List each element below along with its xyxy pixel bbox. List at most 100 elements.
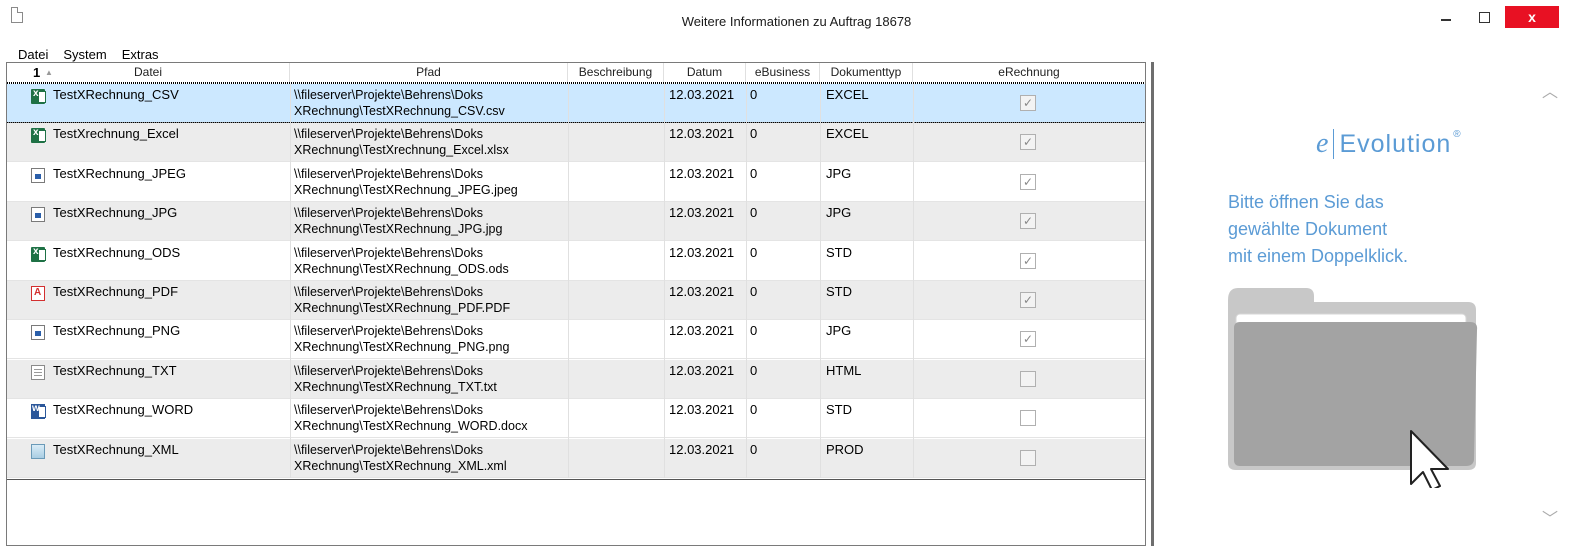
- cell-pfad-line-2: XRechnung\TestXRechnung_CSV.csv: [294, 104, 505, 118]
- column-header-beschreibung[interactable]: Beschreibung: [568, 63, 664, 83]
- cell-dokumenttyp: JPG: [826, 323, 852, 339]
- cell-pfad: \\fileserver\Projekte\Behrens\Doks XRechn…: [294, 323, 509, 355]
- excel-icon: [31, 127, 46, 144]
- panel-splitter[interactable]: [1151, 62, 1154, 546]
- close-button[interactable]: x: [1505, 6, 1559, 28]
- maximize-icon: [1478, 11, 1490, 23]
- hint-line-1: Bitte öffnen Sie das: [1228, 192, 1384, 212]
- cell-pfad: \\fileserver\Projekte\Behrens\Doks XRechn…: [294, 87, 505, 119]
- documents-grid[interactable]: 1 ▲ Datei Pfad Beschreibung Datum eBusin…: [6, 62, 1146, 546]
- column-divider: [664, 84, 665, 478]
- cell-ebusiness: 0: [750, 402, 758, 418]
- cell-datei: TestXRechnung_PNG: [53, 323, 181, 339]
- erechnung-checkbox[interactable]: [1020, 213, 1036, 230]
- cell-pfad-line-1: \\fileserver\Projekte\Behrens\Doks: [294, 363, 483, 378]
- table-row[interactable]: TestXrechnung_Excel \\fileserver\Projekte…: [7, 123, 1145, 163]
- scroll-down-icon[interactable]: ﹀: [1542, 505, 1558, 529]
- cell-pfad: \\fileserver\Projekte\Behrens\Doks XRechn…: [294, 363, 497, 395]
- xml-icon: [31, 443, 45, 459]
- cell-datei: TestXRechnung_JPG: [53, 205, 178, 221]
- cell-pfad-line-2: XRechnung\TestXRechnung_XML.xml: [294, 458, 507, 473]
- column-header-datum[interactable]: Datum: [664, 63, 746, 83]
- cell-pfad: \\fileserver\Projekte\Behrens\Doks XRechn…: [294, 402, 527, 434]
- cell-pfad-line-1: \\fileserver\Projekte\Behrens\Doks: [294, 88, 483, 102]
- cell-pfad-line-2: XRechnung\TestXRechnung_WORD.docx: [294, 419, 528, 434]
- erechnung-checkbox[interactable]: [1020, 331, 1036, 348]
- logo-name: Evolution: [1339, 129, 1452, 158]
- scroll-up-icon[interactable]: ︿: [1542, 78, 1558, 102]
- cell-datum: 12.03.2021: [669, 87, 735, 102]
- cell-pfad-line-1: \\fileserver\Projekte\Behrens\Doks: [294, 166, 483, 181]
- minimize-icon: [1441, 19, 1451, 21]
- column-header-datei[interactable]: Datei: [7, 63, 290, 83]
- cell-ebusiness: 0: [750, 323, 758, 339]
- window-title: Weitere Informationen zu Auftrag 18678: [681, 14, 912, 29]
- column-divider: [820, 84, 821, 478]
- cell-ebusiness: 0: [750, 165, 758, 181]
- cell-dokumenttyp: EXCEL: [826, 126, 869, 142]
- cell-ebusiness: 0: [750, 441, 758, 457]
- cell-datum: 12.03.2021: [669, 362, 735, 378]
- cell-pfad-line-1: \\fileserver\Projekte\Behrens\Doks: [294, 403, 483, 418]
- preview-panel: e Evolution ® Bitte öffnen Sie das gewäh…: [1156, 62, 1578, 546]
- cell-datei: TestXRechnung_CSV: [53, 87, 179, 102]
- cell-dokumenttyp: PROD: [826, 441, 864, 457]
- word-icon: [31, 403, 46, 420]
- column-header-pfad[interactable]: Pfad: [290, 63, 568, 83]
- cell-ebusiness: 0: [750, 205, 758, 221]
- cell-pfad-line-1: \\fileserver\Projekte\Behrens\Doks: [294, 324, 483, 339]
- erechnung-checkbox[interactable]: [1020, 134, 1036, 151]
- cell-datei: TestXRechnung_ODS: [53, 244, 181, 260]
- folder-illustration: [1228, 288, 1478, 488]
- cell-datum: 12.03.2021: [669, 205, 735, 221]
- cell-datum: 12.03.2021: [669, 402, 735, 418]
- cell-pfad-line-2: XRechnung\TestXRechnung_PNG.png: [294, 340, 510, 355]
- cell-dokumenttyp: STD: [826, 244, 852, 260]
- erechnung-checkbox[interactable]: [1020, 449, 1036, 466]
- cell-pfad-line-2: XRechnung\TestXRechnung_ODS.ods: [294, 261, 509, 276]
- cell-datum: 12.03.2021: [669, 126, 735, 142]
- table-row[interactable]: TestXRechnung_XML \\fileserver\Projekte\B…: [7, 438, 1145, 478]
- cell-datei: TestXRechnung_JPEG: [53, 165, 186, 181]
- erechnung-checkbox[interactable]: [1020, 370, 1036, 387]
- cell-dokumenttyp: EXCEL: [826, 87, 869, 102]
- maximize-button[interactable]: [1469, 6, 1499, 28]
- cell-datei: TestXrechnung_Excel: [53, 126, 179, 142]
- cell-pfad: \\fileserver\Projekte\Behrens\Doks XRechn…: [294, 166, 518, 198]
- erechnung-checkbox[interactable]: [1020, 252, 1036, 269]
- menu-extras[interactable]: Extras: [122, 47, 159, 63]
- column-divider: [290, 84, 291, 478]
- table-row[interactable]: TestXRechnung_PDF \\fileserver\Projekte\B…: [7, 281, 1145, 320]
- table-row[interactable]: TestXRechnung_ODS \\fileserver\Projekte\B…: [7, 242, 1145, 281]
- erechnung-checkbox[interactable]: [1020, 410, 1036, 427]
- erechnung-checkbox[interactable]: [1020, 95, 1036, 111]
- erechnung-checkbox[interactable]: [1020, 173, 1036, 190]
- title-bar: Weitere Informationen zu Auftrag 18678 x: [0, 0, 1593, 44]
- menu-datei[interactable]: Datei: [18, 47, 48, 63]
- column-header-erechnung[interactable]: eRechnung: [913, 63, 1145, 83]
- logo-e: e: [1316, 128, 1330, 159]
- column-divider: [568, 84, 569, 478]
- erechnung-checkbox[interactable]: [1020, 292, 1036, 308]
- grid-divider: [7, 479, 1145, 480]
- table-row[interactable]: TestXRechnung_JPEG \\fileserver\Projekte\…: [7, 163, 1145, 202]
- cell-pfad-line-1: \\fileserver\Projekte\Behrens\Doks: [294, 245, 483, 260]
- hint-line-2: gewählte Dokument: [1228, 219, 1388, 239]
- table-row[interactable]: TestXRechnung_WORD \\fileserver\Projekte\…: [7, 399, 1145, 439]
- table-row[interactable]: TestXRechnung_JPG \\fileserver\Projekte\B…: [7, 202, 1145, 242]
- cell-dokumenttyp: STD: [826, 284, 852, 299]
- table-row[interactable]: TestXRechnung_TXT \\fileserver\Projekte\B…: [7, 359, 1145, 399]
- menu-system[interactable]: System: [63, 47, 106, 63]
- column-header-dokumenttyp[interactable]: Dokumenttyp: [820, 63, 913, 83]
- table-row[interactable]: TestXRechnung_PNG \\fileserver\Projekte\B…: [7, 320, 1145, 360]
- cell-ebusiness: 0: [750, 244, 758, 260]
- cell-dokumenttyp: HTML: [826, 362, 862, 378]
- column-divider: [746, 84, 747, 478]
- table-row[interactable]: TestXRechnung_CSV \\fileserver\Projekte\B…: [7, 82, 1145, 125]
- minimize-button[interactable]: [1431, 6, 1461, 28]
- cell-pfad: \\fileserver\Projekte\Behrens\Doks XRechn…: [294, 205, 502, 237]
- column-header-ebusiness[interactable]: eBusiness: [746, 63, 820, 83]
- image-icon: [31, 167, 45, 183]
- cell-pfad-line-1: \\fileserver\Projekte\Behrens\Doks: [294, 442, 483, 457]
- cell-pfad: \\fileserver\Projekte\Behrens\Doks XRechn…: [294, 126, 509, 158]
